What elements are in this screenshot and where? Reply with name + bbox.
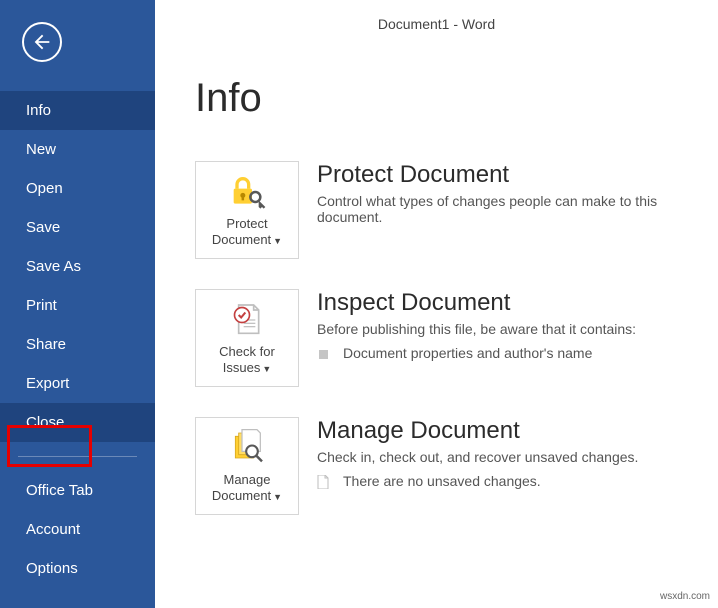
nav-item-label: Office Tab xyxy=(26,482,93,499)
nav-list: Info New Open Save Save As Print Share E… xyxy=(0,91,155,588)
nav-item-label: Export xyxy=(26,375,69,392)
window-title: Document1 - Word xyxy=(155,16,718,32)
chevron-down-icon: ▼ xyxy=(273,492,282,502)
chevron-down-icon: ▼ xyxy=(262,364,271,374)
tile-label: Manage Document▼ xyxy=(196,472,298,503)
manage-list: There are no unsaved changes. xyxy=(317,473,718,489)
manage-document-section: Manage Document▼ Manage Document Check i… xyxy=(195,417,718,515)
section-desc: Control what types of changes people can… xyxy=(317,193,697,225)
nav-item-account[interactable]: Account xyxy=(0,510,155,549)
watermark: wsxdn.com xyxy=(660,591,710,602)
main-panel: Document1 - Word Info Protect Document▼ … xyxy=(155,0,718,608)
list-item: There are no unsaved changes. xyxy=(317,473,718,489)
inspect-document-section: Check for Issues▼ Inspect Document Befor… xyxy=(195,289,718,387)
manage-document-tile[interactable]: Manage Document▼ xyxy=(195,417,299,515)
nav-item-print[interactable]: Print xyxy=(0,286,155,325)
page-title: Info xyxy=(195,76,718,121)
check-for-issues-tile[interactable]: Check for Issues▼ xyxy=(195,289,299,387)
nav-item-office-tab[interactable]: Office Tab xyxy=(0,471,155,510)
document-icon xyxy=(317,475,329,489)
nav-item-label: New xyxy=(26,141,56,158)
nav-item-label: Account xyxy=(26,521,80,538)
arrow-left-icon xyxy=(31,31,53,53)
nav-item-options[interactable]: Options xyxy=(0,549,155,588)
protect-document-section: Protect Document▼ Protect Document Contr… xyxy=(195,161,718,259)
nav-item-label: Print xyxy=(26,297,57,314)
section-title: Inspect Document xyxy=(317,289,718,317)
nav-item-label: Share xyxy=(26,336,66,353)
tile-label: Protect Document▼ xyxy=(196,216,298,247)
lock-key-icon xyxy=(227,172,267,212)
nav-item-close[interactable]: Close xyxy=(0,403,155,442)
section-title: Protect Document xyxy=(317,161,718,189)
nav-separator xyxy=(18,456,137,457)
inspect-list: Document properties and author's name xyxy=(317,345,718,361)
nav-item-new[interactable]: New xyxy=(0,130,155,169)
nav-item-save-as[interactable]: Save As xyxy=(0,247,155,286)
back-button[interactable] xyxy=(22,22,62,62)
nav-item-export[interactable]: Export xyxy=(0,364,155,403)
nav-item-label: Open xyxy=(26,180,63,197)
nav-item-info[interactable]: Info xyxy=(0,91,155,130)
nav-item-label: Info xyxy=(26,102,51,119)
nav-item-label: Save xyxy=(26,219,60,236)
list-item: Document properties and author's name xyxy=(317,345,718,361)
backstage-sidebar: Info New Open Save Save As Print Share E… xyxy=(0,0,155,608)
nav-item-label: Save As xyxy=(26,258,81,275)
section-desc: Before publishing this file, be aware th… xyxy=(317,321,697,337)
nav-item-label: Options xyxy=(26,560,78,577)
document-stack-magnify-icon xyxy=(227,428,267,468)
section-desc: Check in, check out, and recover unsaved… xyxy=(317,449,697,465)
nav-item-open[interactable]: Open xyxy=(0,169,155,208)
protect-document-tile[interactable]: Protect Document▼ xyxy=(195,161,299,259)
nav-item-share[interactable]: Share xyxy=(0,325,155,364)
nav-item-label: Close xyxy=(26,414,64,431)
section-title: Manage Document xyxy=(317,417,718,445)
document-check-icon xyxy=(227,300,267,340)
tile-label: Check for Issues▼ xyxy=(196,344,298,375)
chevron-down-icon: ▼ xyxy=(273,236,282,246)
nav-item-save[interactable]: Save xyxy=(0,208,155,247)
